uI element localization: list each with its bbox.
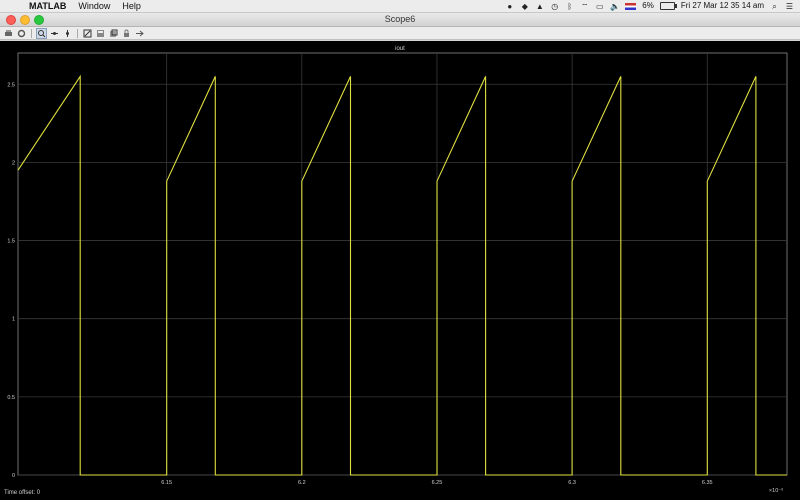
system-menu-bar: MATLAB Window Help ● ◆ ▲ ◷ ᛒ ⌔ ▭ 🔈 6% Fr… <box>0 0 800 13</box>
toolbar-separator <box>31 28 32 38</box>
menu-help[interactable]: Help <box>122 0 141 12</box>
y-tick-label: 2.5 <box>7 82 15 88</box>
window-title: Scope6 <box>384 14 416 24</box>
time-offset-label: Time offset: <box>4 490 36 496</box>
y-tick-label: 2 <box>12 160 15 166</box>
y-tick-label: 0.5 <box>7 395 15 401</box>
battery-percent: 6% <box>642 1 654 10</box>
lock-icon[interactable] <box>121 28 132 39</box>
time-machine-icon[interactable]: ◷ <box>550 2 559 11</box>
airplay-icon[interactable]: ▭ <box>595 2 604 11</box>
toolbar-separator <box>77 28 78 38</box>
x-tick-label: 6.15 <box>161 480 172 486</box>
zoom-icon[interactable] <box>36 27 47 39</box>
time-offset-readout: Time offset: 0 <box>4 490 40 496</box>
volume-icon[interactable]: 🔈 <box>610 2 620 11</box>
apple-icon[interactable] <box>8 2 17 11</box>
scope-toolbar <box>0 27 800 40</box>
signal-select-icon[interactable] <box>134 28 145 39</box>
battery-icon[interactable] <box>659 2 677 10</box>
y-tick-label: 0 <box>12 473 15 479</box>
y-tick-label: 1.5 <box>7 239 15 245</box>
plot-frame <box>17 52 788 476</box>
x-exponent-label: ×10⁻³ <box>769 488 783 494</box>
notification-center-icon[interactable]: ☰ <box>785 2 794 11</box>
window-title-bar: Scope6 <box>0 13 800 27</box>
parameters-icon[interactable] <box>16 28 27 39</box>
restore-axes-icon[interactable] <box>108 28 119 39</box>
autoscale-icon[interactable] <box>82 28 93 39</box>
bluetooth-icon[interactable]: ᛒ <box>565 2 574 11</box>
spotlight-search-icon[interactable]: ⌕ <box>770 2 779 11</box>
x-tick-label: 6.2 <box>298 480 306 486</box>
zoom-x-icon[interactable] <box>49 28 60 39</box>
print-icon[interactable] <box>3 28 14 39</box>
wifi-icon[interactable]: ⌔ <box>580 2 589 11</box>
menu-window[interactable]: Window <box>78 0 110 12</box>
x-tick-label: 6.3 <box>568 480 576 486</box>
drive-icon[interactable]: ▲ <box>535 2 544 11</box>
x-tick-label: 6.25 <box>432 480 443 486</box>
dropbox-icon[interactable]: ◆ <box>520 2 529 11</box>
x-tick-label: 6.35 <box>702 480 713 486</box>
menu-app-name[interactable]: MATLAB <box>29 0 66 12</box>
scope-chart[interactable]: 0 0.5 1 1.5 2 2.5 6.15 6.2 6.25 6.3 6.35 ×10⁻³ <box>0 41 800 500</box>
status-icon[interactable]: ● <box>505 2 514 11</box>
input-source-flag-icon[interactable] <box>625 2 637 10</box>
menubar-clock[interactable]: Fri 27 Mar 12 35 14 am <box>681 0 764 12</box>
save-axes-icon[interactable] <box>95 28 106 39</box>
time-offset-value: 0 <box>36 490 41 496</box>
y-tick-label: 1 <box>12 317 15 323</box>
zoom-y-icon[interactable] <box>62 28 73 39</box>
